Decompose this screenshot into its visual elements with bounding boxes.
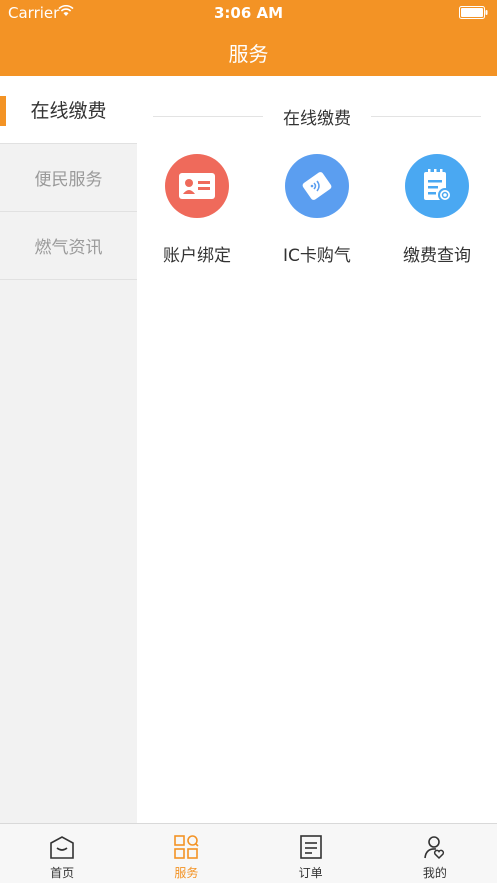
tab-services[interactable]: 服务 (124, 824, 248, 883)
sidebar-item-convenience-services[interactable]: 便民服务 (0, 144, 137, 212)
divider-line (371, 116, 481, 117)
sidebar: 在线缴费 便民服务 燃气资讯 (0, 76, 137, 823)
tab-label: 服务 (174, 866, 199, 880)
ic-card-icon (285, 154, 349, 218)
bill-search-icon (405, 154, 469, 218)
sidebar-item-online-payment[interactable]: 在线缴费 (0, 76, 137, 144)
tab-label: 首页 (50, 866, 75, 880)
tab-orders[interactable]: 订单 (249, 824, 373, 883)
battery-icon (459, 6, 488, 19)
header: Carrier 3:06 AM 服务 (0, 0, 497, 76)
profile-icon (424, 836, 444, 860)
id-card-icon (165, 154, 229, 218)
home-icon (50, 836, 74, 859)
service-label: 缴费查询 (403, 246, 471, 266)
status-bar: Carrier 3:06 AM (0, 0, 497, 26)
sidebar-item-label: 便民服务 (34, 170, 103, 190)
grid-icon (174, 835, 199, 859)
service-label: IC卡购气 (283, 246, 351, 266)
tab-label: 我的 (422, 866, 447, 880)
tab-home[interactable]: 首页 (0, 824, 124, 883)
sidebar-item-label: 在线缴费 (30, 100, 107, 122)
tab-bar: 首页 服务 订单 我的 (0, 823, 497, 883)
sidebar-item-label: 燃气资讯 (34, 238, 103, 258)
main-content: 在线缴费 账户绑定 IC卡购气 缴费查询 (137, 76, 497, 823)
payment-query-button[interactable]: 缴费查询 (377, 154, 497, 266)
ic-card-purchase-button[interactable]: IC卡购气 (257, 154, 377, 266)
sidebar-item-gas-news[interactable]: 燃气资讯 (0, 212, 137, 280)
account-binding-button[interactable]: 账户绑定 (137, 154, 257, 266)
order-icon (299, 835, 322, 859)
tab-label: 订单 (298, 866, 323, 880)
page-title: 服务 (228, 42, 269, 66)
service-label: 账户绑定 (163, 246, 231, 266)
tab-profile[interactable]: 我的 (373, 824, 497, 883)
clock: 3:06 AM (213, 4, 284, 22)
